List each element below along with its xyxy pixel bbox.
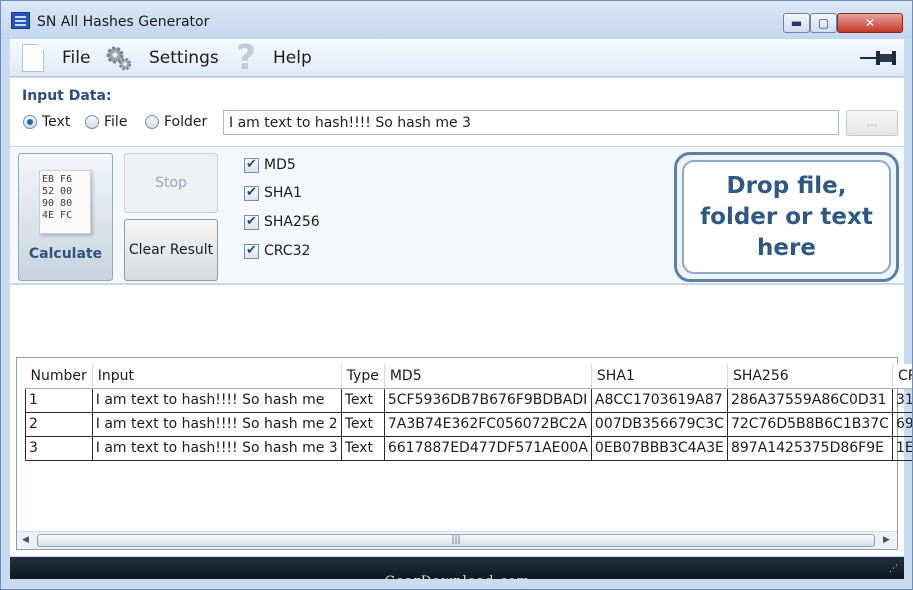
help-icon: ? <box>236 38 256 78</box>
table-cell[interactable]: 0EB07BBB3C4A3E <box>590 435 728 461</box>
radio-dot-text <box>23 115 37 129</box>
radio-folder[interactable]: Folder <box>145 114 207 130</box>
pin-icon[interactable] <box>860 47 900 69</box>
hex-document-icon: EB F6 52 00 90 80 4E FC <box>39 170 91 234</box>
resize-grip-icon[interactable]: ⋰ <box>889 565 903 578</box>
table-cell[interactable]: 3 <box>25 435 93 461</box>
radio-dot-file <box>85 115 99 129</box>
table-cell[interactable]: 007DB356679C3C <box>590 411 728 437</box>
maximize-button[interactable]: ▢ <box>810 13 837 33</box>
table-cell[interactable]: A8CC1703619A87 <box>590 387 728 413</box>
menu-help[interactable]: ? Help <box>235 39 312 77</box>
scroll-thumb[interactable]: ||| <box>37 534 875 547</box>
app-icon <box>11 12 30 29</box>
table-cell[interactable]: Text <box>340 411 385 437</box>
table-cell[interactable]: 72C76D5B8B6C1B37C <box>726 411 893 437</box>
column-header[interactable]: CRC32 <box>892 364 912 389</box>
table-cell[interactable]: I am text to hash!!!! So hash me 3 <box>91 435 342 461</box>
checkbox-crc32-label: CRC32 <box>264 243 311 259</box>
hex-line: 90 80 <box>42 198 73 209</box>
results-grid[interactable]: Number Input Type MD5 SHA1 SHA256 CRC32 … <box>16 357 912 550</box>
menu-settings-label: Settings <box>149 48 219 68</box>
gears-icon <box>106 46 132 71</box>
table-row[interactable]: 2 I am text to hash!!!! So hash me 2 Tex… <box>25 411 912 437</box>
table-cell[interactable]: 319CED8 <box>891 387 912 413</box>
checkbox-sha256[interactable]: SHA256 <box>244 214 320 230</box>
table-cell[interactable]: 286A37559A86C0D31 <box>726 387 893 413</box>
menu-file-label: File <box>62 48 91 68</box>
checkbox-box <box>244 214 259 230</box>
app-window: SN All Hashes Generator ▬ ▢ ✕ File Setti… <box>0 0 913 590</box>
table-cell[interactable]: Text <box>340 387 385 413</box>
column-header[interactable]: SHA1 <box>591 364 728 389</box>
checkbox-md5-label: MD5 <box>264 157 296 173</box>
checkbox-box <box>244 243 259 259</box>
table-cell[interactable]: 1E3F04F5 <box>891 435 912 461</box>
calculate-button[interactable]: EB F6 52 00 90 80 4E FC Calculate <box>18 153 113 281</box>
drop-zone-text: Drop file, folder or text here <box>682 160 891 274</box>
checkbox-box <box>244 185 259 201</box>
table-cell[interactable]: 5CF5936DB7B676F9BDBADI <box>383 387 592 413</box>
scroll-right-arrow-icon[interactable]: ▶ <box>883 535 890 545</box>
table-row[interactable]: 3 I am text to hash!!!! So hash me 3 Tex… <box>25 435 912 461</box>
radio-text-label: Text <box>42 114 71 130</box>
browse-button[interactable]: ... <box>846 110 898 136</box>
column-header[interactable]: SHA256 <box>727 364 893 389</box>
hex-line: 52 00 <box>42 186 73 197</box>
window-title: SN All Hashes Generator <box>37 14 210 30</box>
column-header[interactable]: Input <box>92 364 342 389</box>
radio-dot-folder <box>145 115 159 129</box>
column-header[interactable]: MD5 <box>384 364 592 389</box>
table-cell[interactable]: 6617887ED477DF571AE00A <box>383 435 592 461</box>
main-content: Input Data: Text File Folder ... EB F6 5… <box>10 78 912 556</box>
title-bar[interactable]: SN All Hashes Generator ▬ ▢ ✕ <box>1 1 912 39</box>
clear-result-button[interactable]: Clear Result <box>124 219 218 281</box>
calculate-label: Calculate <box>28 246 103 262</box>
menu-bar: File Settings ? Help <box>10 39 904 77</box>
drop-zone-line: folder or text <box>700 203 873 230</box>
menu-file[interactable]: File <box>22 39 90 77</box>
table-cell[interactable]: Text <box>340 435 385 461</box>
table-cell[interactable]: 897A1425375D86F9E <box>726 435 893 461</box>
checkbox-box <box>244 157 259 173</box>
table-cell[interactable]: 7A3B74E362FC056072BC2A <box>383 411 592 437</box>
horizontal-scrollbar[interactable]: ◀ ||| ▶ <box>17 531 897 549</box>
checkbox-crc32[interactable]: CRC32 <box>244 243 310 259</box>
menu-settings[interactable]: Settings <box>105 39 219 77</box>
radio-file-label: File <box>104 114 128 130</box>
document-icon <box>22 44 44 72</box>
checkbox-sha1[interactable]: SHA1 <box>244 185 302 201</box>
results-table: Number Input Type MD5 SHA1 SHA256 CRC32 … <box>25 364 912 461</box>
scroll-left-arrow-icon[interactable]: ◀ <box>22 535 29 545</box>
drop-zone-line: here <box>757 234 816 261</box>
radio-folder-label: Folder <box>164 114 208 130</box>
table-cell[interactable]: I am text to hash!!!! So hash me <box>91 387 342 413</box>
action-panel: EB F6 52 00 90 80 4E FC Calculate Stop C… <box>10 146 904 285</box>
column-header[interactable]: Number <box>25 364 93 389</box>
watermark: GearDownload.com <box>384 574 531 589</box>
menu-help-label: Help <box>273 48 312 68</box>
hex-line: EB F6 <box>42 174 73 185</box>
checkbox-sha1-label: SHA1 <box>264 185 302 201</box>
input-data-label: Input Data: <box>22 88 112 104</box>
hex-line: 4E FC <box>42 210 73 221</box>
table-cell[interactable]: 6938346: <box>891 411 912 437</box>
radio-text[interactable]: Text <box>23 114 70 130</box>
checkbox-md5[interactable]: MD5 <box>244 157 296 173</box>
minimize-button[interactable]: ▬ <box>783 13 810 33</box>
column-header[interactable]: Type <box>341 364 385 389</box>
table-cell[interactable]: I am text to hash!!!! So hash me 2 <box>91 411 342 437</box>
drop-zone-line: Drop file, <box>726 172 847 199</box>
stop-button[interactable]: Stop <box>124 153 218 213</box>
input-text-field[interactable] <box>223 110 839 135</box>
drop-zone[interactable]: Drop file, folder or text here <box>674 152 899 282</box>
checkbox-sha256-label: SHA256 <box>264 214 320 230</box>
table-cell[interactable]: 2 <box>25 411 93 437</box>
table-row[interactable]: 1 I am text to hash!!!! So hash me Text … <box>25 387 912 413</box>
radio-file[interactable]: File <box>85 114 127 130</box>
table-cell[interactable]: 1 <box>25 387 93 413</box>
close-button[interactable]: ✕ <box>837 13 903 33</box>
table-header-row: Number Input Type MD5 SHA1 SHA256 CRC32 <box>25 364 912 389</box>
